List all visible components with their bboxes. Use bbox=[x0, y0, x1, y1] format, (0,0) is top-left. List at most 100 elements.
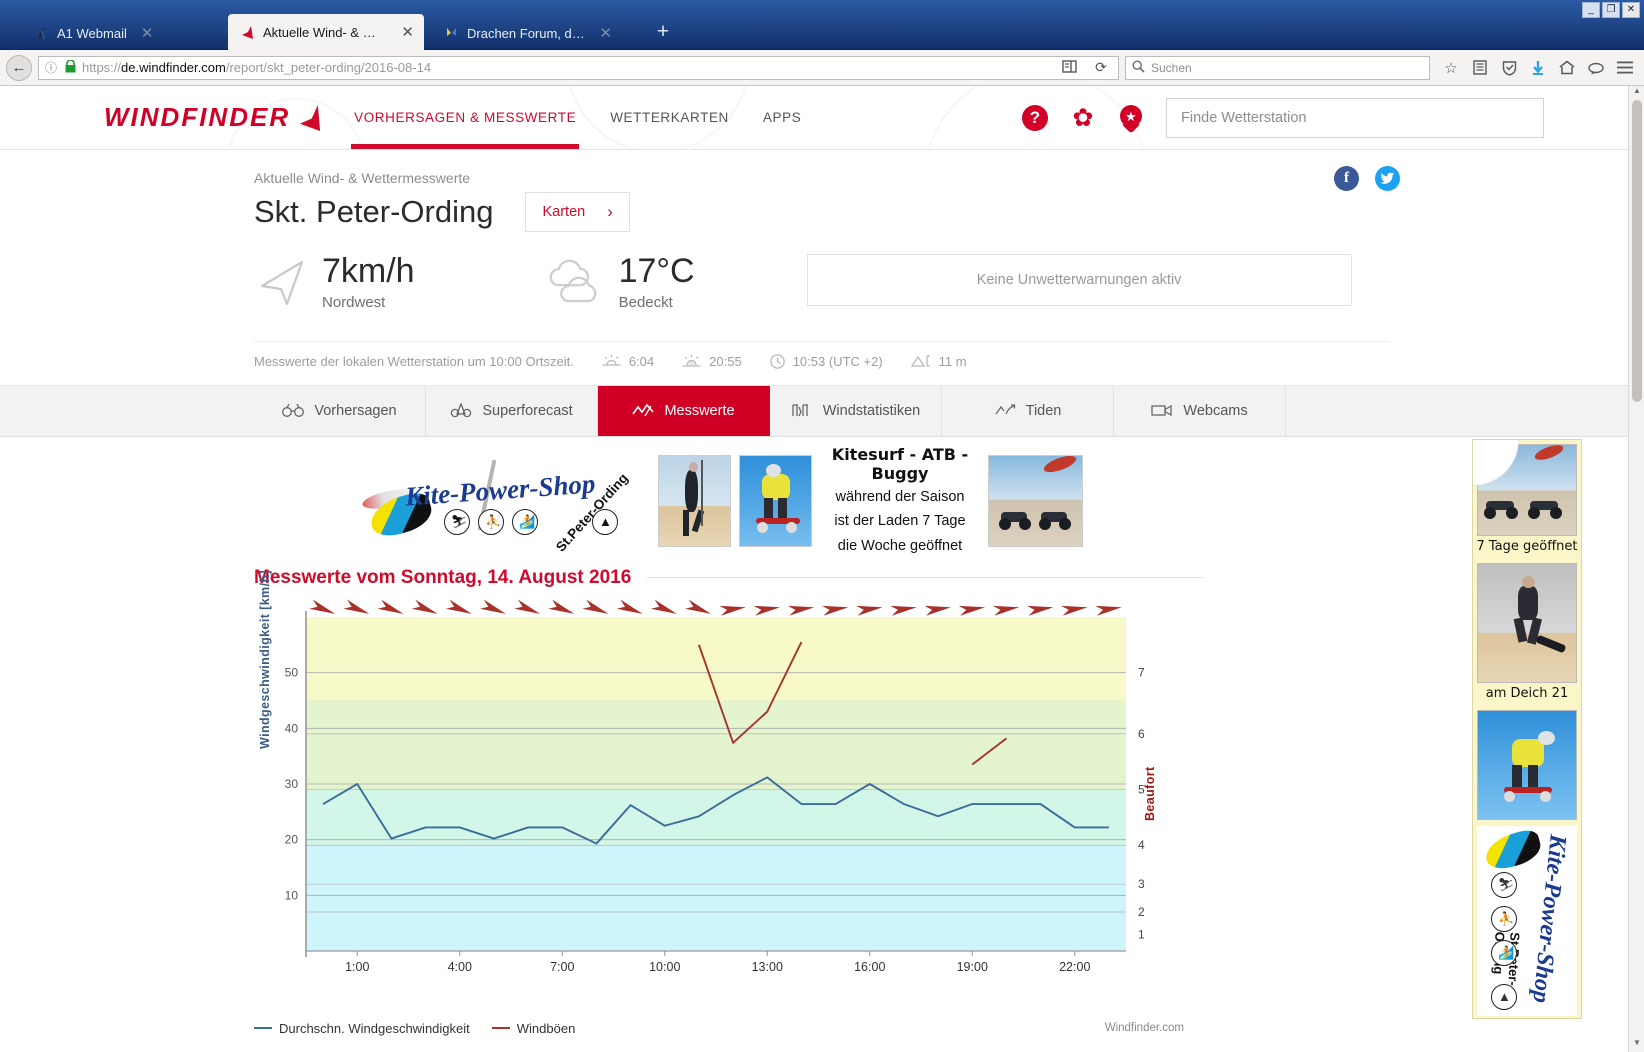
tab-tiden[interactable]: Tiden bbox=[942, 386, 1114, 436]
subtabs-spacer bbox=[0, 386, 254, 436]
wind-values: 7km/h Nordwest bbox=[322, 254, 415, 311]
new-tab-button[interactable]: + bbox=[652, 22, 674, 44]
sunset-icon bbox=[682, 354, 701, 368]
wind-arrow-icon bbox=[1095, 602, 1122, 616]
altitude-item: 11 m bbox=[911, 354, 967, 369]
legend-label-avg: Durchschn. Windgeschwindigkeit bbox=[279, 1021, 470, 1036]
url-scheme: https:// bbox=[82, 60, 121, 75]
nav-vorhersagen-messwerte[interactable]: VORHERSAGEN & MESSWERTE bbox=[354, 86, 576, 149]
sidebar-ad[interactable]: 7 Tage geöffnet am Deich 21 bbox=[1472, 439, 1582, 1019]
info-icon[interactable]: ⓘ bbox=[43, 59, 59, 76]
close-window-button[interactable]: ✕ bbox=[1622, 2, 1640, 18]
gear-icon[interactable]: ✿ bbox=[1070, 105, 1096, 131]
tab-label: Messwerte bbox=[664, 403, 734, 419]
tab-superforecast[interactable]: Superforecast bbox=[426, 386, 598, 436]
measurement-time-text: Messwerte der lokalen Wetterstation um 1… bbox=[254, 354, 574, 369]
minimize-button[interactable]: _ bbox=[1582, 2, 1600, 18]
facebook-share-icon[interactable]: f bbox=[1334, 166, 1359, 191]
maximize-button[interactable]: ❐ bbox=[1602, 2, 1620, 18]
current-readings: 7km/h Nordwest 17°C Bedeckt bbox=[254, 254, 1644, 311]
tab-favicon-a1 bbox=[34, 26, 49, 41]
browser-window: A1 Webmail ✕ Aktuelle Wind- & Wettermess… bbox=[0, 0, 1644, 1052]
home-icon[interactable] bbox=[1554, 55, 1580, 81]
chevron-right-icon: › bbox=[607, 202, 613, 222]
tab-vorhersagen[interactable]: Vorhersagen bbox=[254, 386, 426, 436]
twitter-share-icon[interactable] bbox=[1375, 166, 1400, 191]
top-banner-ad[interactable]: Kite-Power-Shop St.Peter-Ording ⛷ ⛹ 🏄 ▲ bbox=[360, 451, 1100, 551]
tab-close-button[interactable]: ✕ bbox=[141, 24, 154, 42]
tab-messwerte[interactable]: Messwerte bbox=[598, 386, 770, 436]
wind-arrow-icon bbox=[651, 599, 679, 618]
menu-icon[interactable] bbox=[1612, 55, 1638, 81]
chart-ytick: 50 bbox=[285, 665, 299, 679]
chart-ytick: 30 bbox=[285, 777, 299, 791]
downloads-icon[interactable] bbox=[1525, 55, 1551, 81]
chart-xtick: 13:00 bbox=[752, 960, 783, 974]
chart-heading: Messwerte vom Sonntag, 14. August 2016 bbox=[254, 567, 1644, 589]
rail-caption-2: am Deich 21 bbox=[1473, 683, 1581, 706]
sunset-time: 20:55 bbox=[709, 354, 742, 369]
tab-webcams[interactable]: Webcams bbox=[1114, 386, 1286, 436]
back-button[interactable]: ← bbox=[6, 55, 32, 81]
sky-condition-label: Bedeckt bbox=[619, 294, 695, 311]
chart-band bbox=[306, 617, 1126, 701]
station-search-input[interactable]: Finde Wetterstation bbox=[1166, 98, 1544, 138]
chart-xtick: 7:00 bbox=[550, 960, 574, 974]
browser-tab-2[interactable]: Drachen Forum, die Kite Seite... ✕ bbox=[432, 16, 622, 50]
reader-view-icon[interactable] bbox=[1056, 60, 1082, 76]
chart-ytick: 10 bbox=[285, 888, 299, 902]
kite-logo-icon bbox=[298, 105, 320, 131]
browser-toolbar-icons: ☆ bbox=[1438, 55, 1638, 81]
maps-button[interactable]: Karten › bbox=[525, 192, 629, 232]
local-time: 10:53 (UTC +2) bbox=[793, 354, 883, 369]
shield-icon[interactable] bbox=[1496, 55, 1522, 81]
sport-icon-1: ⛷ bbox=[444, 509, 470, 535]
page-scrollbar[interactable]: ▲ ▼ bbox=[1628, 86, 1644, 1052]
wind-arrow-icon bbox=[856, 602, 883, 616]
tab-windstatistiken[interactable]: Windstatistiken bbox=[770, 386, 942, 436]
maps-button-label: Karten bbox=[542, 204, 585, 220]
chart-credit: Windfinder.com bbox=[1105, 1022, 1184, 1034]
windfinder-logo[interactable]: WINDFINDER bbox=[104, 102, 320, 133]
nav-apps[interactable]: APPS bbox=[763, 86, 801, 149]
address-bar[interactable]: ⓘ https://de.windfinder.com/report/skt_p… bbox=[38, 56, 1119, 80]
browser-tab-0[interactable]: A1 Webmail ✕ bbox=[22, 16, 222, 50]
star-glyph: ★ bbox=[1125, 109, 1137, 125]
url-text: https://de.windfinder.com/report/skt_pet… bbox=[82, 60, 1050, 75]
chart-beaufort-tick: 3 bbox=[1138, 877, 1145, 891]
favorites-pin-icon[interactable]: ★ bbox=[1118, 105, 1144, 131]
scroll-up-arrow[interactable]: ▲ bbox=[1629, 86, 1644, 100]
sunrise-icon bbox=[602, 354, 621, 368]
tab-close-button[interactable]: ✕ bbox=[401, 23, 414, 41]
bookmark-star-icon[interactable]: ☆ bbox=[1438, 55, 1464, 81]
rail-photo-mountainboard bbox=[1477, 710, 1577, 820]
rail-kite-graphic bbox=[1482, 827, 1544, 872]
help-icon[interactable]: ? bbox=[1022, 105, 1048, 131]
wind-arrow-icon bbox=[925, 602, 952, 616]
chart-ytick: 20 bbox=[285, 832, 299, 846]
wind-arrow-icon bbox=[480, 599, 508, 618]
chart-beaufort-tick: 7 bbox=[1138, 665, 1145, 679]
scroll-thumb[interactable] bbox=[1632, 100, 1642, 402]
url-domain: de.windfinder.com bbox=[121, 60, 226, 75]
wind-arrow-icon bbox=[822, 602, 849, 616]
rail-caption-1: 7 Tage geöffnet bbox=[1473, 536, 1581, 559]
measurements-content: Kite-Power-Shop St.Peter-Ording ⛷ ⛹ 🏄 ▲ bbox=[0, 437, 1644, 1036]
browser-search-box[interactable]: Suchen bbox=[1125, 56, 1430, 80]
wind-arrow-icon bbox=[788, 602, 815, 616]
logo-wordmark: WINDFINDER bbox=[104, 102, 290, 132]
nav-wetterkarten[interactable]: WETTERKARTEN bbox=[610, 86, 729, 149]
reload-icon[interactable]: ⟳ bbox=[1088, 59, 1114, 76]
sync-icon[interactable] bbox=[1583, 55, 1609, 81]
main-nav: VORHERSAGEN & MESSWERTE WETTERKARTEN APP… bbox=[354, 86, 801, 149]
library-icon[interactable] bbox=[1467, 55, 1493, 81]
station-search-placeholder: Finde Wetterstation bbox=[1181, 110, 1306, 126]
chart-xtick: 16:00 bbox=[854, 960, 885, 974]
scroll-down-arrow[interactable]: ▼ bbox=[1629, 1038, 1644, 1052]
tab-favicon-windfinder bbox=[240, 25, 255, 40]
tab-close-button[interactable]: ✕ bbox=[599, 24, 612, 42]
chart-band bbox=[306, 789, 1126, 845]
chart-xtick: 22:00 bbox=[1059, 960, 1090, 974]
browser-navbar: ← ⓘ https://de.windfinder.com/report/skt… bbox=[0, 50, 1644, 86]
browser-tab-1[interactable]: Aktuelle Wind- & Wettermess... ✕ bbox=[228, 14, 424, 50]
